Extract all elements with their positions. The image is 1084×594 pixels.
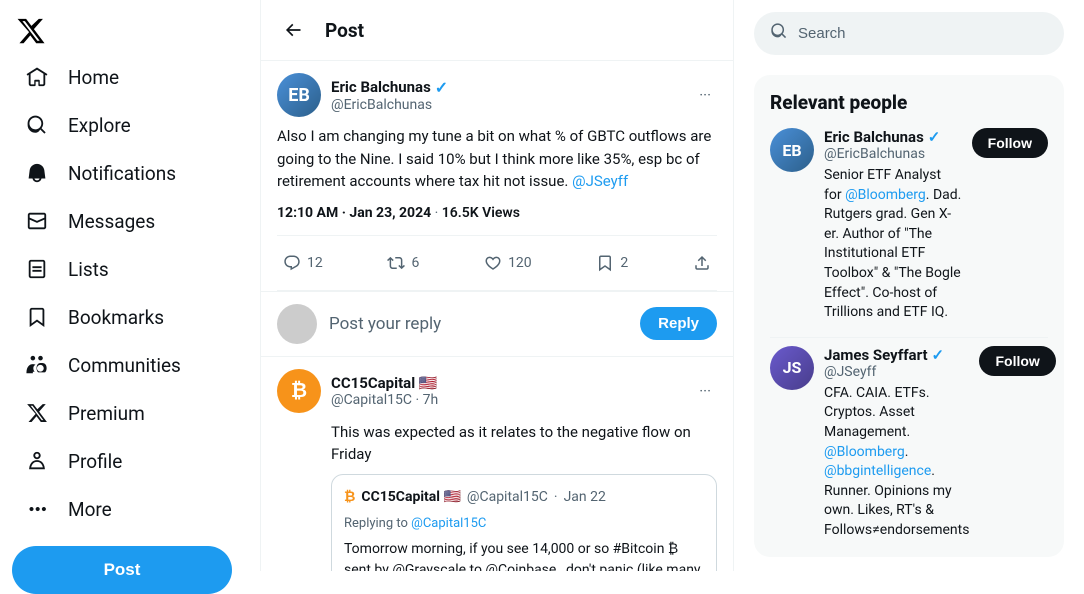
relevant-person-eric: EB Eric Balchunas ✓ @EricBalchunas Senio… xyxy=(770,128,1048,323)
james-avatar: JS xyxy=(770,346,814,390)
retweet-action[interactable]: 6 xyxy=(381,248,425,278)
author-avatar: EB xyxy=(277,73,321,117)
like-action[interactable]: 120 xyxy=(478,248,538,278)
x-premium-icon xyxy=(24,400,50,426)
relevant-people-card: Relevant people EB Eric Balchunas ✓ @Eri… xyxy=(754,75,1064,557)
comment-more-button[interactable]: ··· xyxy=(693,376,717,406)
james-name: James Seyffart ✓ xyxy=(824,346,969,364)
tweet-more-button[interactable]: ··· xyxy=(693,80,717,110)
nav-label-explore: Explore xyxy=(68,114,131,137)
james-info: James Seyffart ✓ @JSeyff CFA. CAIA. ETFs… xyxy=(824,346,969,541)
quoted-body: Tomorrow morning, if you see 14,000 or s… xyxy=(344,539,704,571)
communities-icon xyxy=(24,352,50,378)
post-page-header: Post xyxy=(261,0,733,61)
tweet-mention[interactable]: @JSeyff xyxy=(572,172,628,190)
eric-bio: Senior ETF Analyst for @Bloomberg. Dad. … xyxy=(824,166,962,323)
james-handle: @JSeyff xyxy=(824,364,969,380)
nav-label-profile: Profile xyxy=(68,450,122,473)
nav-item-more[interactable]: More xyxy=(12,486,124,532)
quoted-tweet: ₿ CC15Capital 🇺🇸 @Capital15C · Jan 22 Re… xyxy=(331,474,717,572)
main-tweet: EB Eric Balchunas ✓ @EricBalchunas ··· A… xyxy=(261,61,733,292)
eric-avatar: EB xyxy=(770,128,814,172)
nav-item-bookmarks[interactable]: Bookmarks xyxy=(12,294,176,340)
envelope-icon xyxy=(24,208,50,234)
tweet-meta: 12:10 AM · Jan 23, 2024 · 16.5K Views xyxy=(277,205,717,221)
right-sidebar: Relevant people EB Eric Balchunas ✓ @Eri… xyxy=(734,0,1084,571)
nav-item-lists[interactable]: Lists xyxy=(12,246,121,292)
search-nav-icon xyxy=(24,112,50,138)
page-title: Post xyxy=(325,19,364,42)
list-icon xyxy=(24,256,50,282)
relevant-person-james: JS James Seyffart ✓ @JSeyff CFA. CAIA. E… xyxy=(770,346,1048,541)
comment-item: ₿ CC15Capital 🇺🇸 @Capital15C · 7h ··· Th… xyxy=(261,357,733,572)
comment-author-name: CC15Capital 🇺🇸 xyxy=(331,374,438,392)
follow-eric-button[interactable]: Follow xyxy=(972,128,1048,158)
search-box[interactable] xyxy=(754,12,1064,55)
main-content: Post EB Eric Balchunas ✓ @EricBalchunas … xyxy=(260,0,734,571)
eric-name: Eric Balchunas ✓ xyxy=(824,128,962,146)
james-verified-icon: ✓ xyxy=(932,346,945,364)
nav-label-communities: Communities xyxy=(68,354,181,377)
author-name: Eric Balchunas ✓ xyxy=(331,78,448,97)
nav-item-premium[interactable]: Premium xyxy=(12,390,157,436)
nav-label-bookmarks: Bookmarks xyxy=(68,306,164,329)
comment-author: ₿ CC15Capital 🇺🇸 @Capital15C · 7h xyxy=(277,369,438,413)
follow-james-button[interactable]: Follow xyxy=(979,346,1055,376)
quoted-author: ₿ CC15Capital 🇺🇸 @Capital15C · Jan 22 xyxy=(344,487,704,508)
bookmark-action[interactable]: 2 xyxy=(590,248,634,278)
home-icon xyxy=(24,64,50,90)
tweet-author: EB Eric Balchunas ✓ @EricBalchunas xyxy=(277,73,448,117)
eric-info: Eric Balchunas ✓ @EricBalchunas Senior E… xyxy=(824,128,962,323)
back-button[interactable] xyxy=(277,14,309,46)
bookmark-icon xyxy=(24,304,50,330)
x-logo[interactable] xyxy=(16,16,46,50)
nav-item-profile[interactable]: Profile xyxy=(12,438,134,484)
nav-label-premium: Premium xyxy=(68,402,145,425)
tweet-actions: 12 6 120 2 xyxy=(277,235,717,291)
search-input[interactable] xyxy=(798,25,1048,42)
nav-item-communities[interactable]: Communities xyxy=(12,342,193,388)
james-bio: CFA. CAIA. ETFs. Cryptos. Asset Manageme… xyxy=(824,384,969,541)
nav-label-home: Home xyxy=(68,66,119,89)
reply-action[interactable]: 12 xyxy=(277,248,329,278)
nav-label-more: More xyxy=(68,498,112,521)
eric-verified-icon: ✓ xyxy=(928,128,941,146)
eric-handle: @EricBalchunas xyxy=(824,146,962,162)
author-handle: @EricBalchunas xyxy=(331,97,448,113)
reply-button[interactable]: Reply xyxy=(640,307,717,340)
nav-label-notifications: Notifications xyxy=(68,162,176,185)
comment-avatar: ₿ xyxy=(277,369,321,413)
author-info: Eric Balchunas ✓ @EricBalchunas xyxy=(331,78,448,113)
nav-item-home[interactable]: Home xyxy=(12,54,131,100)
person-icon xyxy=(24,448,50,474)
nav-item-notifications[interactable]: Notifications xyxy=(12,150,188,196)
left-sidebar: Home Explore Notifications Messages List… xyxy=(0,0,260,571)
more-dots-icon xyxy=(24,496,50,522)
bell-icon xyxy=(24,160,50,186)
share-action[interactable] xyxy=(687,248,717,278)
reply-box: Post your reply Reply xyxy=(261,292,733,357)
comment-body: This was expected as it relates to the n… xyxy=(331,421,717,466)
nav-label-messages: Messages xyxy=(68,210,155,233)
reply-placeholder: Post your reply xyxy=(329,314,628,334)
comment-author-info: CC15Capital 🇺🇸 @Capital15C · 7h xyxy=(331,374,438,408)
nav-item-messages[interactable]: Messages xyxy=(12,198,167,244)
nav-label-lists: Lists xyxy=(68,258,109,281)
verified-icon: ✓ xyxy=(435,78,448,97)
reply-user-avatar xyxy=(277,304,317,344)
search-icon xyxy=(770,22,788,45)
divider xyxy=(770,337,1048,338)
post-button[interactable]: Post xyxy=(12,546,232,594)
replying-to: Replying to @Capital15C xyxy=(344,514,704,534)
nav-item-explore[interactable]: Explore xyxy=(12,102,143,148)
comment-author-handle: @Capital15C · 7h xyxy=(331,392,438,408)
tweet-body: Also I am changing my tune a bit on what… xyxy=(277,125,717,193)
relevant-people-title: Relevant people xyxy=(770,91,1048,114)
